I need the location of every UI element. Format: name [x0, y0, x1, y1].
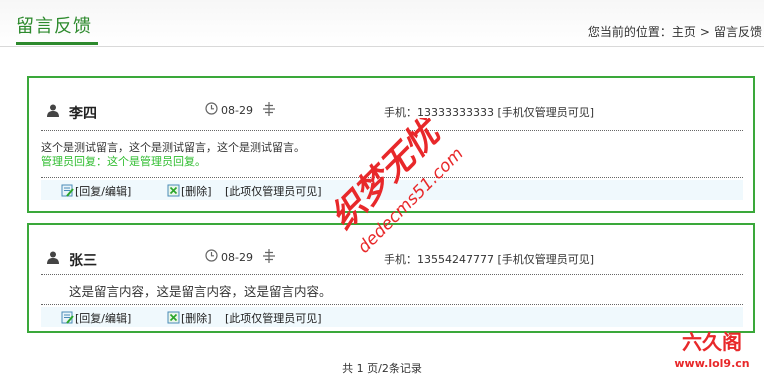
breadcrumb: 您当前的位置：主页 > 留言反馈 [588, 23, 762, 40]
delete-icon [167, 311, 180, 324]
message-content: 这是留言内容，这是留言内容，这是留言内容。 [69, 285, 764, 299]
delete-label: [删除] [181, 185, 212, 198]
breadcrumb-prefix: 您当前的位置： [587, 25, 672, 39]
delete-icon [167, 184, 180, 197]
breadcrumb-separator: > [699, 25, 710, 39]
delete-button[interactable]: [删除] [167, 310, 212, 326]
delete-button[interactable]: [删除] [167, 183, 212, 199]
reply-edit-button[interactable]: [回复/编辑] [61, 310, 131, 326]
logo-url: www.lol9.cn [674, 357, 749, 370]
admin-only-note: [此项仅管理员可见] [225, 185, 322, 198]
user-icon [47, 104, 59, 117]
breadcrumb-home-link[interactable]: 主页 [672, 25, 696, 39]
message-date: 08-29 [221, 251, 253, 264]
title-underline [16, 42, 98, 45]
message-actions: [回复/编辑] [删除] [此项仅管理员可见] [41, 307, 743, 327]
clock-icon [205, 102, 218, 115]
message-author: 李四 [69, 106, 97, 122]
message-text: 这是留言内容，这是留言内容，这是留言内容。 [69, 284, 332, 299]
admin-only-note: [此项仅管理员可见] [225, 312, 322, 325]
divider [41, 274, 743, 275]
breadcrumb-current: 留言反馈 [713, 25, 762, 39]
ip-location-icon [263, 249, 275, 263]
page-header: 留言反馈 您当前的位置：主页 > 留言反馈 [0, 0, 764, 47]
site-logo: 六久阁 www.lol9.cn [674, 330, 749, 370]
message-date: 08-29 [221, 104, 253, 117]
delete-label: [删除] [181, 312, 212, 325]
user-icon [47, 251, 59, 264]
reply-edit-label: [回复/编辑] [75, 185, 132, 198]
reply-edit-icon [61, 311, 74, 324]
divider [41, 304, 743, 305]
dedecms-watermark: 织梦无忧 dedecms51.com [323, 118, 467, 258]
logo-name: 六久阁 [682, 330, 742, 354]
message-author: 张三 [69, 253, 97, 269]
reply-edit-icon [61, 184, 74, 197]
pagination-info: 共 1 页/2条记录 [342, 362, 422, 375]
ip-location-icon [263, 102, 275, 116]
reply-edit-button[interactable]: [回复/编辑] [61, 183, 131, 199]
clock-icon [205, 249, 218, 262]
page-title: 留言反馈 [16, 16, 92, 37]
reply-edit-label: [回复/编辑] [75, 312, 132, 325]
